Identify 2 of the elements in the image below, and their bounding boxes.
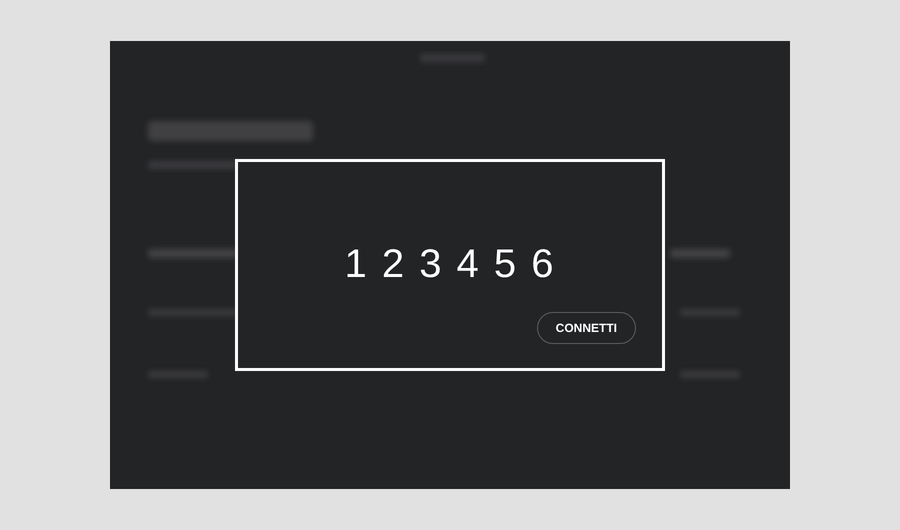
pairing-code: 1 2 3 4 5 6: [344, 244, 556, 284]
connect-button[interactable]: CONNETTI: [536, 312, 636, 344]
